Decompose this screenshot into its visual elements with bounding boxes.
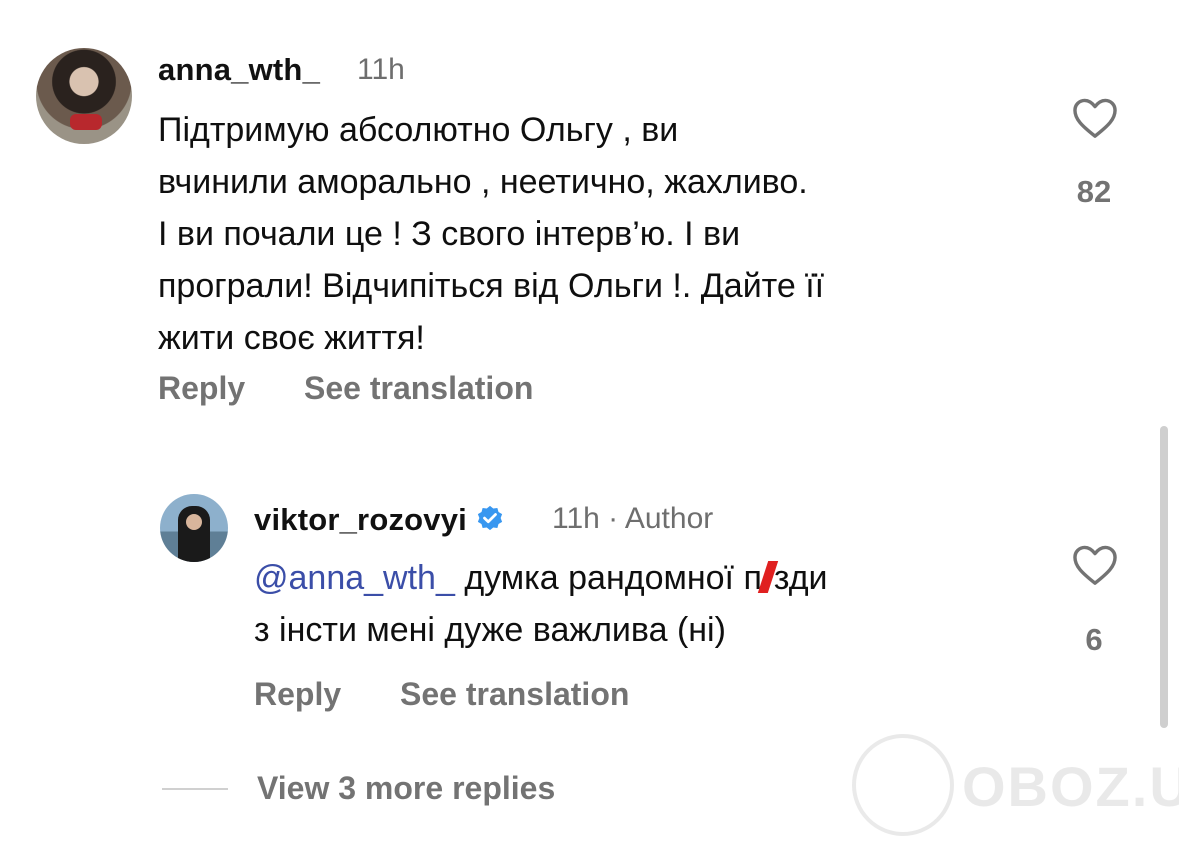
see-translation-button[interactable]: See translation [304, 370, 533, 407]
author-label: Author [624, 502, 714, 535]
comment-body: Підтримую абсолютно Ольгу , ви вчинили а… [158, 104, 824, 364]
comment-time: 11h [357, 53, 405, 86]
comment-line: Підтримую абсолютно Ольгу , ви [158, 111, 679, 149]
comment-time: 11h [552, 502, 600, 535]
comment-text: думка рандомної п [454, 559, 762, 597]
comment-line: програли! Відчипіться від Ольги !. Дайте… [158, 267, 825, 305]
username-text: viktor_rozovyi [254, 502, 467, 537]
verified-badge-icon [477, 505, 503, 531]
watermark: OBOZ.UA [848, 730, 1179, 840]
view-more-replies-button[interactable]: View 3 more replies [257, 770, 555, 807]
heart-outline-icon[interactable] [1072, 544, 1118, 586]
comment-line: з інсти мені дуже важлива (ні) [254, 611, 726, 649]
reply-button[interactable]: Reply [254, 676, 341, 713]
watermark-text: OBOZ.UA [962, 755, 1179, 818]
like-count: 6 [1085, 622, 1103, 657]
comment-body: @anna_wth_ думка рандомної п зди з інсти … [254, 552, 828, 656]
divider-line [162, 788, 228, 790]
comment-meta: 11h · Author [552, 502, 713, 536]
username[interactable]: anna_wth_ [158, 52, 320, 88]
comment-line: @anna_wth_ думка рандомної п зди [254, 552, 828, 604]
meta-separator: · [608, 502, 619, 535]
comment-line: І ви почали це ! З свого інтерв’ю. І ви [158, 215, 741, 253]
username[interactable]: viktor_rozovyi [254, 502, 509, 538]
scrollbar[interactable] [1160, 426, 1168, 728]
comment-text: зди [773, 559, 828, 597]
avatar[interactable] [160, 494, 228, 562]
like-count: 82 [1076, 174, 1112, 209]
mention-link[interactable]: @anna_wth_ [254, 559, 455, 597]
reply-button[interactable]: Reply [158, 370, 245, 407]
watermark-logo-icon [852, 734, 954, 836]
heart-outline-icon[interactable] [1072, 97, 1118, 139]
see-translation-button[interactable]: See translation [400, 676, 629, 713]
avatar[interactable] [36, 48, 132, 144]
comment-line: вчинили аморально , неетично, жахливо. [158, 163, 808, 201]
comment-line: жити своє життя! [158, 319, 425, 357]
